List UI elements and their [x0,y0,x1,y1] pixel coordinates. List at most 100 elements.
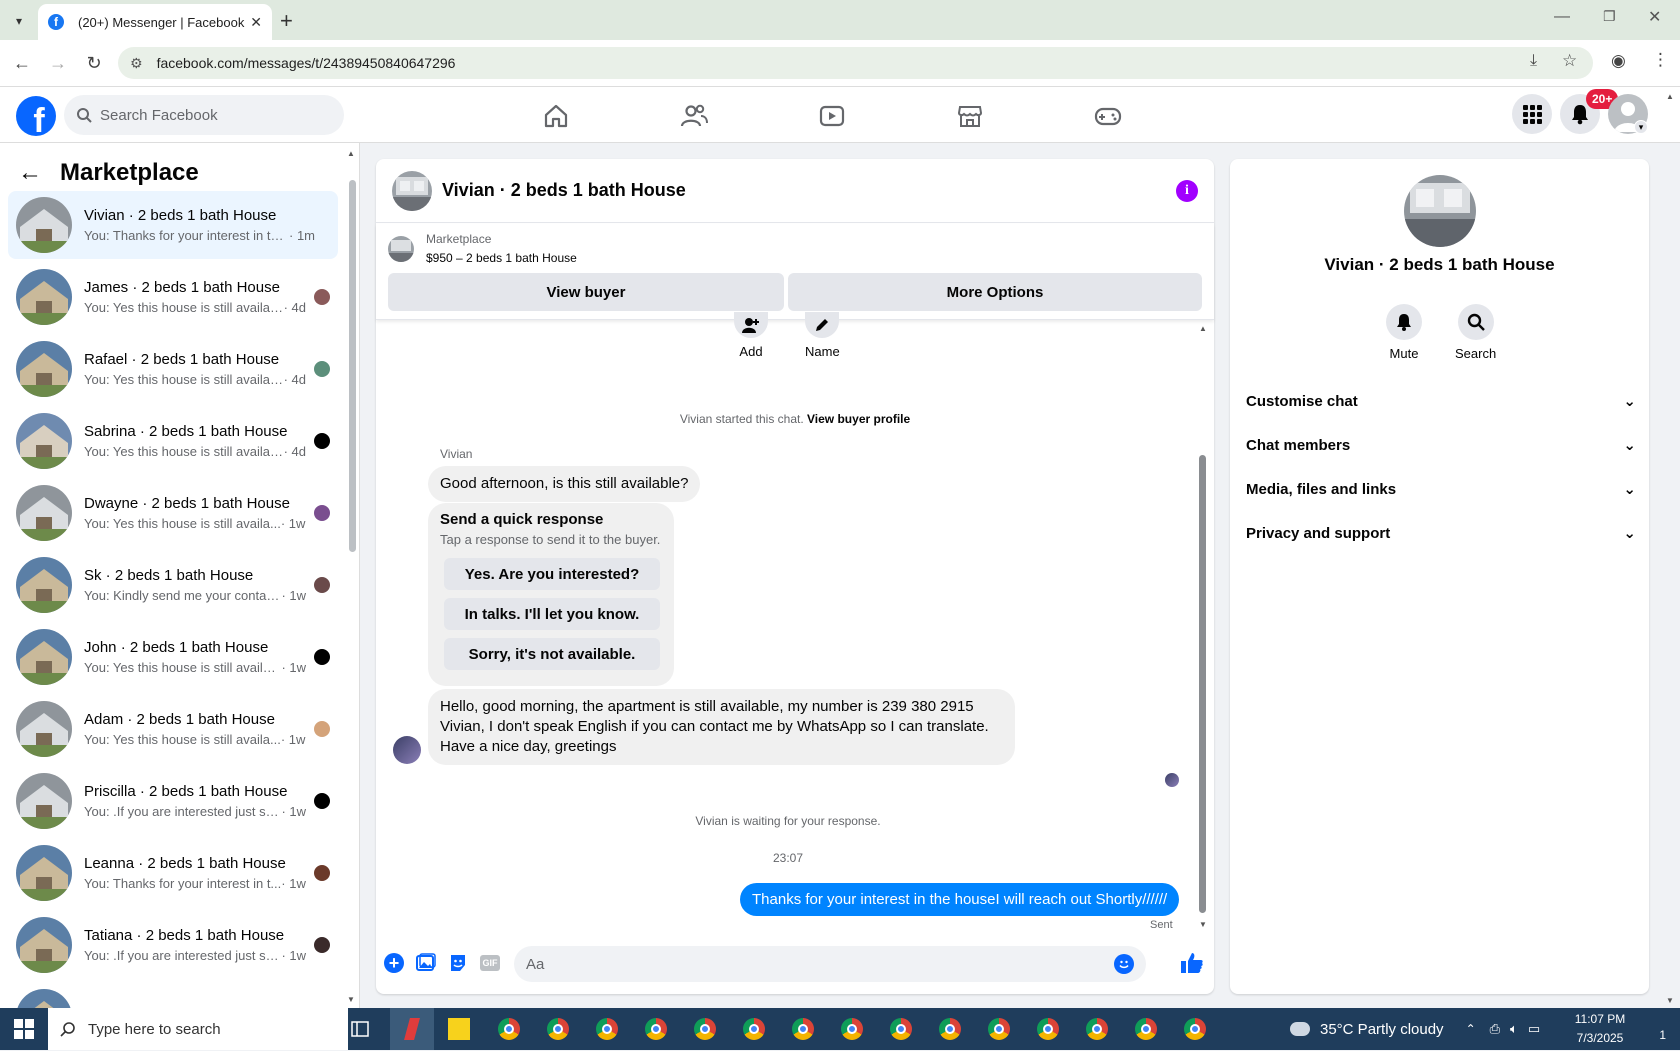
conversation-item[interactable]: Sabrina · 2 beds 1 bath House You: Yes th… [8,407,338,475]
chat-avatar[interactable] [392,170,432,211]
address-bar[interactable]: ⚙ facebook.com/messages/t/24389450840647… [118,47,1593,79]
chat-scroll-up-icon[interactable]: ▲ [1199,324,1207,333]
conversation-item[interactable]: Adam · 2 beds 1 bath House You: Yes this … [8,695,338,763]
gif-icon[interactable]: GIF [480,955,500,971]
account-chevron-icon[interactable]: ▾ [1634,120,1648,134]
site-info-icon[interactable]: ⚙ [130,55,143,72]
minimize-window-icon[interactable]: — [1554,8,1570,26]
tray-chevron-icon[interactable]: ⌃ [1466,1022,1476,1036]
conversation-item[interactable]: Dwayne · 2 beds 1 bath House You: Yes thi… [8,479,338,547]
forward-arrow-icon[interactable]: → [45,50,71,76]
new-tab-plus-icon[interactable]: + [280,8,293,34]
chrome-taskbar-icon[interactable] [837,1014,867,1044]
restore-window-icon[interactable]: ❐ [1603,8,1616,25]
task-view-icon[interactable] [345,1014,375,1044]
back-arrow-icon[interactable]: ← [18,159,42,187]
chrome-taskbar-icon[interactable] [935,1014,965,1044]
details-avatar[interactable] [1404,175,1476,247]
conversation-item[interactable]: Rafael · 2 beds 1 bath House You: Yes thi… [8,335,338,403]
scroll-down-arrow-icon[interactable]: ▼ [347,995,355,1004]
view-buyer-button[interactable]: View buyer [388,273,784,311]
conversation-item[interactable]: Vivian · 2 beds 1 bath House You: Thanks … [8,191,338,259]
meet-now-icon[interactable]: ⎙ [1490,1021,1500,1037]
conversation-item[interactable]: Tatiana · 2 beds 1 bath House You: .If yo… [8,911,338,979]
profile-icon[interactable]: ◉ [1611,51,1626,71]
volume-icon[interactable]: 🔈︎ [1510,1021,1518,1037]
network-icon[interactable]: ▭ [1528,1021,1540,1037]
search-in-chat-button[interactable]: Search [1455,304,1496,361]
page-scroll-down-icon[interactable]: ▼ [1666,996,1674,1005]
info-icon[interactable]: i [1176,179,1198,202]
message-input[interactable]: Aa [514,946,1146,982]
message-bubble[interactable]: Good afternoon, is this still available? [428,466,701,502]
reload-icon[interactable]: ↻ [81,50,107,76]
scroll-up-arrow-icon[interactable]: ▲ [347,149,355,158]
install-app-icon[interactable]: ⤓ [1530,52,1537,70]
taskbar-search-box[interactable]: Type here to search [48,1008,348,1050]
facebook-search-input[interactable]: Search Facebook [64,95,344,135]
taskbar-clock[interactable]: 11:07 PM 7/3/2025 [1560,1010,1640,1048]
photo-icon[interactable] [416,953,436,973]
gaming-icon[interactable] [1088,96,1128,136]
close-window-icon[interactable]: ✕ [1648,7,1661,27]
privacy-support-section[interactable]: Privacy and support ⌄ [1246,511,1636,555]
chrome-taskbar-icon[interactable] [641,1014,671,1044]
close-tab-icon[interactable]: ✕ [250,14,262,31]
conversation-list-scrollbar[interactable] [349,180,356,552]
chrome-taskbar-icon[interactable] [1180,1014,1210,1044]
marketplace-icon[interactable] [950,96,990,136]
thumbs-up-icon[interactable] [1180,952,1204,974]
chrome-taskbar-icon[interactable] [494,1014,524,1044]
chat-scroll-down-icon[interactable]: ▼ [1199,920,1207,929]
friends-icon[interactable] [674,96,714,136]
conversation-item[interactable]: Priscilla · 2 beds 1 bath House You: .If … [8,767,338,835]
home-icon[interactable] [536,96,576,136]
emoji-icon[interactable] [1114,954,1134,974]
media-files-links-section[interactable]: Media, files and links ⌄ [1246,467,1636,511]
chrome-taskbar-icon[interactable] [543,1014,573,1044]
listing-title[interactable]: $950 – 2 beds 1 bath House [426,251,577,265]
sticky-notes-icon[interactable] [444,1014,474,1044]
chrome-taskbar-icon[interactable] [1033,1014,1063,1044]
chrome-taskbar-icon[interactable] [886,1014,916,1044]
bookmark-star-icon[interactable]: ☆ [1562,51,1577,71]
chrome-taskbar-icon[interactable] [690,1014,720,1044]
conversation-item[interactable]: Sk · 2 beds 1 bath House You: Kindly send… [8,551,338,619]
facebook-logo-icon[interactable]: f [16,96,56,136]
conversation-item[interactable]: Leanna · 2 beds 1 bath House You: Thanks … [8,839,338,907]
quick-reply-button[interactable]: Yes. Are you interested? [444,558,660,590]
chrome-taskbar-icon[interactable] [1131,1014,1161,1044]
view-buyer-profile-link[interactable]: View buyer profile [807,412,910,426]
sender-avatar[interactable] [393,736,421,764]
browser-menu-icon[interactable]: ⋮ [1652,50,1669,70]
chrome-taskbar-icon[interactable] [788,1014,818,1044]
name-chat-button[interactable]: Name [805,312,840,359]
chat-scrollbar[interactable] [1199,455,1206,913]
add-people-button[interactable]: Add [734,312,768,359]
chrome-taskbar-icon[interactable] [1082,1014,1112,1044]
chrome-taskbar-icon[interactable] [592,1014,622,1044]
weather-text[interactable]: 35°C Partly cloudy [1320,1021,1444,1038]
conversation-item[interactable]: James · 2 beds 1 bath House You: Yes this… [8,263,338,331]
menu-grid-icon[interactable] [1512,94,1552,134]
browser-tab[interactable]: f (20+) Messenger | Facebook ✕ [38,4,272,40]
chrome-taskbar-icon[interactable] [984,1014,1014,1044]
quick-reply-button[interactable]: In talks. I'll let you know. [444,598,660,630]
chat-members-section[interactable]: Chat members ⌄ [1246,423,1636,467]
message-bubble[interactable]: Hello, good morning, the apartment is st… [428,689,1015,765]
customise-chat-section[interactable]: Customise chat ⌄ [1246,379,1636,423]
mute-button[interactable]: Mute [1386,304,1422,361]
sent-message-bubble[interactable]: Thanks for your interest in the houseI w… [740,883,1180,916]
notification-center-icon[interactable]: 1 [1640,1016,1666,1042]
tab-list-chevron-icon[interactable]: ▾ [8,10,30,32]
taskbar-app-active[interactable] [390,1008,434,1050]
conversation-item[interactable]: John · 2 beds 1 bath House You: Yes this … [8,623,338,691]
video-icon[interactable] [812,96,852,136]
quick-reply-button[interactable]: Sorry, it's not available. [444,638,660,670]
windows-start-icon[interactable] [14,1019,34,1039]
more-options-button[interactable]: More Options [788,273,1202,311]
page-scroll-up-icon[interactable]: ▲ [1666,92,1674,101]
sticker-icon[interactable] [448,953,468,973]
back-arrow-icon[interactable]: ← [9,50,35,76]
plus-actions-icon[interactable]: + [384,953,404,973]
